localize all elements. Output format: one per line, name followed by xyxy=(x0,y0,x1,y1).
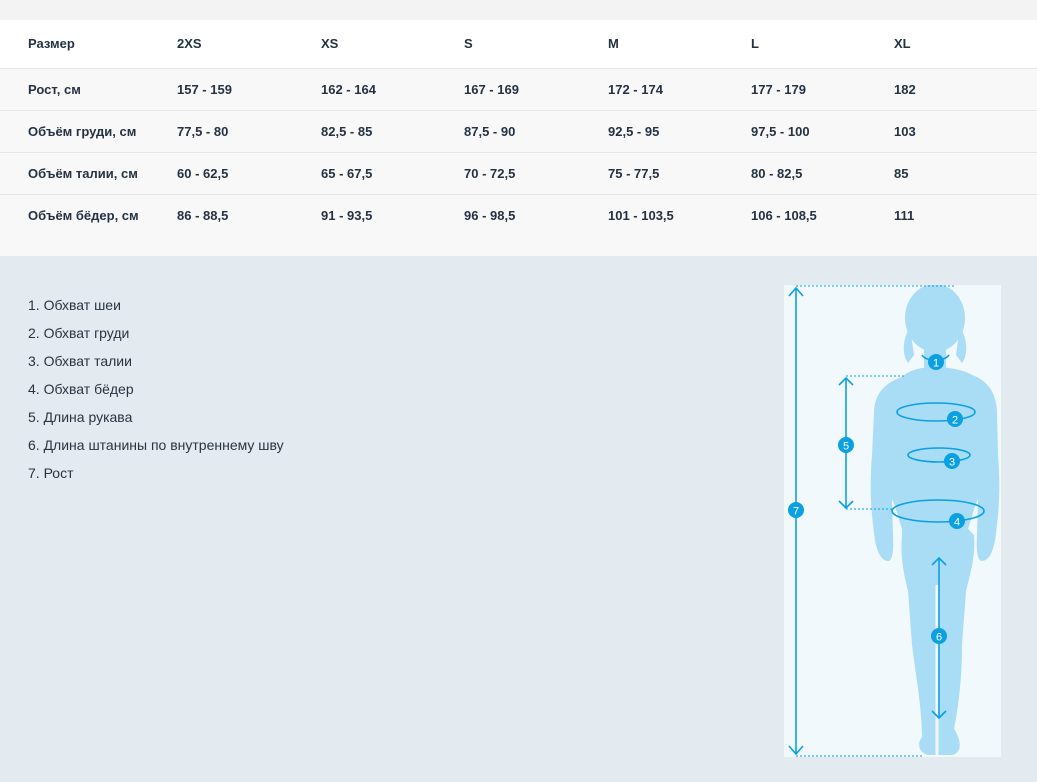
row-label: Объём груди, см xyxy=(28,123,137,139)
table-cell: 111 xyxy=(894,207,915,223)
svg-text:1: 1 xyxy=(933,358,939,370)
marker-2: 2 xyxy=(947,411,963,427)
table-cell: 106 - 108,5 xyxy=(751,207,817,223)
body-silhouette-svg: 1 2 3 4 5 6 7 xyxy=(784,284,1001,757)
measurement-legend-list: 1. Обхват шеи 2. Обхват груди 3. Обхват … xyxy=(28,291,284,487)
table-cell: 65 - 67,5 xyxy=(321,165,373,181)
body-measurement-figure: 1 2 3 4 5 6 7 xyxy=(784,284,1004,760)
table-row: Объём груди, см 77,5 - 80 82,5 - 85 87,5… xyxy=(0,110,1037,152)
table-cell: 87,5 - 90 xyxy=(464,123,516,139)
table-row: Объём бёдер, см 86 - 88,5 91 - 93,5 96 -… xyxy=(0,194,1037,236)
table-cell: 97,5 - 100 xyxy=(751,123,810,139)
table-cell: 167 - 169 xyxy=(464,81,519,97)
table-header-row: Размер 2XS XS S M L XL xyxy=(0,20,1037,68)
row-label: Объём талии, см xyxy=(28,165,138,181)
table-cell: 82,5 - 85 xyxy=(321,123,373,139)
table-cell: 86 - 88,5 xyxy=(177,207,229,223)
header-cell-s: S xyxy=(464,36,473,52)
marker-5: 5 xyxy=(838,437,854,453)
table-cell: 91 - 93,5 xyxy=(321,207,373,223)
legend-item: 1. Обхват шеи xyxy=(28,297,121,313)
header-cell-xl: XL xyxy=(894,36,911,52)
marker-3: 3 xyxy=(944,453,960,469)
row-label: Рост, см xyxy=(28,81,81,97)
row-label: Объём бёдер, см xyxy=(28,207,139,223)
size-table-section: Размер 2XS XS S M L XL Рост, см 157 - 15… xyxy=(0,20,1037,256)
table-row: Объём талии, см 60 - 62,5 65 - 67,5 70 -… xyxy=(0,152,1037,194)
table-cell: 75 - 77,5 xyxy=(608,165,660,181)
legend-item: 6. Длина штанины по внутреннему шву xyxy=(28,437,284,453)
legend-item: 4. Обхват бёдер xyxy=(28,381,134,397)
table-cell: 92,5 - 95 xyxy=(608,123,660,139)
size-table: Размер 2XS XS S M L XL Рост, см 157 - 15… xyxy=(0,20,1037,236)
table-cell: 162 - 164 xyxy=(321,81,376,97)
table-cell: 80 - 82,5 xyxy=(751,165,803,181)
table-cell: 177 - 179 xyxy=(751,81,806,97)
legend-item: 3. Обхват талии xyxy=(28,353,132,369)
header-cell-size: Размер xyxy=(28,36,75,52)
table-cell: 172 - 174 xyxy=(608,81,663,97)
table-cell: 182 xyxy=(894,81,916,97)
table-cell: 60 - 62,5 xyxy=(177,165,229,181)
header-cell-l: L xyxy=(751,36,759,52)
legend-item: 5. Длина рукава xyxy=(28,409,133,425)
marker-4: 4 xyxy=(949,513,965,529)
table-cell: 85 xyxy=(894,165,909,181)
legend-item: 2. Обхват груди xyxy=(28,325,130,341)
header-cell-m: M xyxy=(608,36,619,52)
marker-7: 7 xyxy=(788,502,804,518)
table-cell: 70 - 72,5 xyxy=(464,165,516,181)
marker-1: 1 xyxy=(928,354,944,370)
svg-text:2: 2 xyxy=(952,415,958,427)
table-row: Рост, см 157 - 159 162 - 164 167 - 169 1… xyxy=(0,68,1037,110)
legend-item: 7. Рост xyxy=(28,465,74,481)
table-cell: 101 - 103,5 xyxy=(608,207,674,223)
table-cell: 103 xyxy=(894,123,916,139)
svg-text:6: 6 xyxy=(936,632,942,644)
table-cell: 157 - 159 xyxy=(177,81,232,97)
header-cell-xs: XS xyxy=(321,36,339,52)
svg-text:5: 5 xyxy=(843,441,849,453)
svg-text:4: 4 xyxy=(954,517,960,529)
header-cell-2xs: 2XS xyxy=(177,36,202,52)
table-cell: 96 - 98,5 xyxy=(464,207,516,223)
svg-text:3: 3 xyxy=(949,457,955,469)
svg-text:7: 7 xyxy=(793,506,799,518)
marker-6: 6 xyxy=(931,628,947,644)
top-strip xyxy=(0,0,1037,20)
table-cell: 77,5 - 80 xyxy=(177,123,229,139)
